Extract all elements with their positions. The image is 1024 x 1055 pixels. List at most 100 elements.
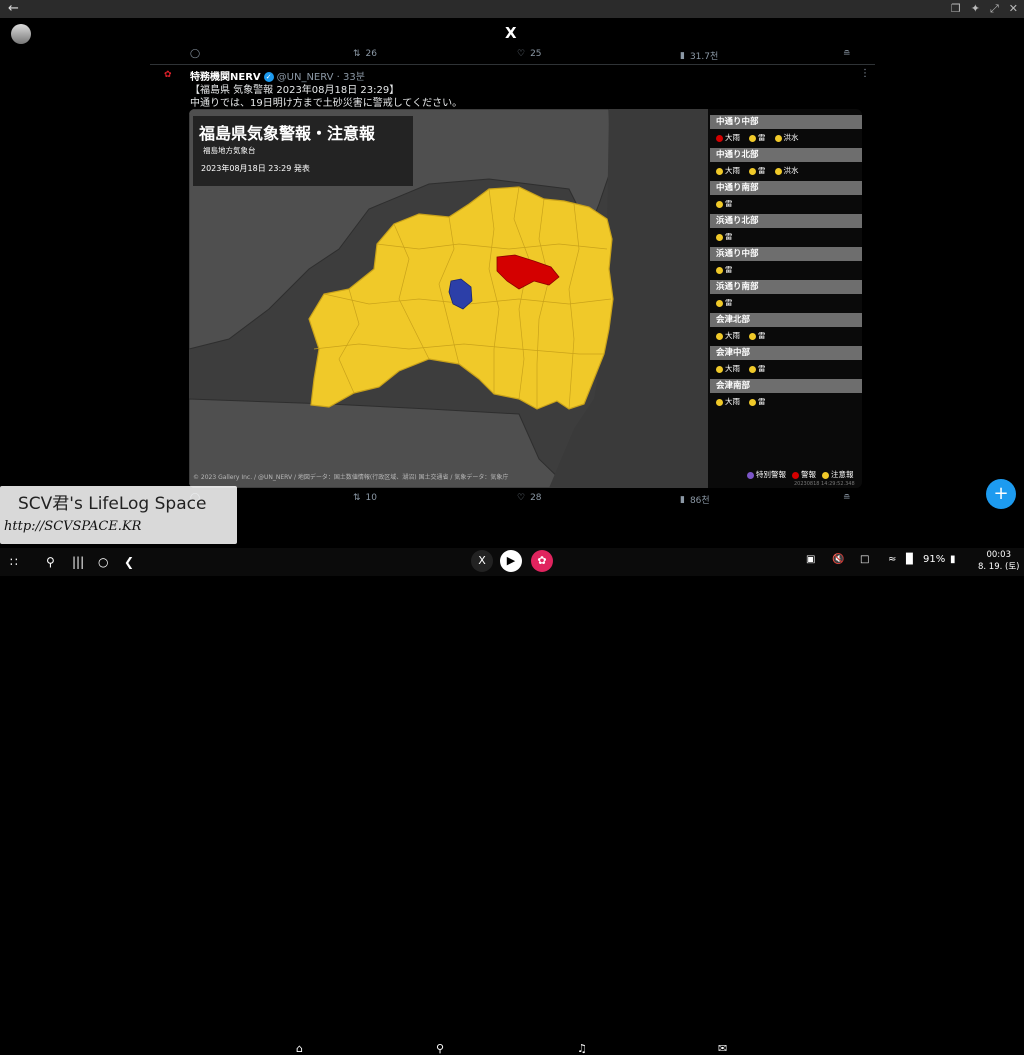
alert-item: 大雨 [716,363,740,374]
alert-item: 大雨 [716,330,740,341]
region-block: 中通り北部 大雨 雷 洪水 [710,148,862,181]
play-icon[interactable]: ▶ [500,550,522,572]
more-icon[interactable]: ⋮ [860,68,870,79]
alert-level-dot [716,134,723,142]
pin-icon[interactable]: ✦ [971,2,980,16]
mute-icon[interactable]: 🔇 [832,554,844,565]
alert-label: 雷 [758,397,766,406]
alert-level-dot [774,167,782,175]
wifi-icon: ≈ [888,554,897,565]
alert-item: 洪水 [774,132,799,143]
divider [150,64,875,65]
close-icon[interactable]: ✕ [1009,2,1018,16]
map-timestamp: 20230818 14:29:52.348 [794,481,855,487]
clock-time: 00:03 [986,550,1011,560]
region-block: 中通り中部大雨 雷 洪水 [710,115,862,148]
share-icon: ≘ [843,49,851,59]
map-title: 福島県気象警報・注意報 [199,124,376,143]
search-icon[interactable]: ⚲ [436,1042,444,1055]
region-items: 大雨 雷 洪水 [710,165,862,176]
notifications-icon[interactable]: ♫ [577,1042,587,1055]
watermark-line2: http://SCVSPACE.KR [4,519,142,534]
home-icon[interactable]: ⌂ [296,1042,303,1055]
legend-advisory-dot [822,471,829,479]
home-icon[interactable]: ○ [98,555,108,569]
alert-label: 雷 [758,133,766,142]
region-items: 雷 [710,198,862,209]
legend-warning: 警報 [792,469,816,480]
alert-level-dot [749,365,756,373]
region-items: 大雨 雷 [710,363,862,374]
region-block: 浜通り中部雷 [710,247,862,280]
alert-item: 雷 [716,297,733,308]
arrow-left-icon[interactable]: ← [8,1,19,16]
window-controls: ❐ ✦ ⤢ ✕ [951,2,1018,16]
region-items: 大雨 雷 [710,396,862,407]
alert-label: 洪水 [783,166,799,175]
multiwindow-icon[interactable]: ❐ [951,2,961,16]
alert-level-dot [716,365,723,373]
avatar[interactable] [11,24,31,44]
flower-app-icon[interactable]: ✿ [531,550,553,572]
x-app-icon[interactable]: X [471,550,493,572]
legend-special: 特別警報 [747,469,786,480]
alert-level-dot [716,266,723,274]
region-header: 浜通り中部 [710,247,862,261]
alert-label: 大雨 [725,133,740,142]
heart-icon: ♡ [517,49,526,59]
region-header: 会津南部 [710,379,862,393]
retweet-button[interactable]: ⇅ 10 [353,493,377,503]
apps-grid-icon[interactable]: ∷ [10,555,18,569]
tweet-actions-top: ◯ ⇅ 26 ♡ 25 ▮ 31.7천 ≘ [190,49,860,63]
region-header: 中通り中部 [710,115,862,129]
alert-label: 雷 [725,298,733,307]
battery-level: 91% [923,554,946,565]
alert-level-dot [716,200,723,208]
views-button[interactable]: ▮ 31.7천 [680,49,718,63]
region-header: 中通り北部 [710,148,862,162]
region-items: 雷 [710,297,862,308]
alert-item: 雷 [716,198,733,209]
tweet-actions-bottom: ◯ ⇅10 ♡28 ▮86천 ≘ [190,493,860,507]
like-button[interactable]: ♡ 28 [517,493,542,503]
resize-icon[interactable]: ⤢ [990,2,999,16]
alert-item: 洪水 [774,165,799,176]
alert-label: 雷 [725,265,733,274]
alert-label: 大雨 [725,364,740,373]
share-button[interactable]: ≘ [843,49,851,59]
bar-chart-icon: ▮ [680,50,685,61]
region-header: 浜通り南部 [710,280,862,294]
messages-icon[interactable]: ✉ [718,1042,727,1055]
x-logo-icon[interactable]: X [505,24,517,42]
alert-label: 雷 [725,232,733,241]
retweet-button[interactable]: ⇅ 26 [353,49,377,59]
compose-button[interactable]: + [986,479,1016,509]
share-button[interactable]: ≘ [843,493,851,503]
screen-capture-icon[interactable]: ▣ [806,554,815,565]
alert-item: 雷 [749,363,766,374]
share-icon: ≘ [843,493,851,503]
region-header: 浜通り北部 [710,214,862,228]
recents-icon[interactable]: ||| [72,555,84,569]
legend-special-dot [747,471,754,479]
alert-label: 大雨 [725,331,740,340]
alert-level-dot [749,167,756,175]
map-issued: 2023年08月18日 23:29 発表 [201,164,310,173]
region-block: 中通り南部雷 [710,181,862,214]
weather-warning-card[interactable]: 福島県気象警報・注意報 福島地方気象台 2023年08月18日 23:29 発表… [189,109,862,488]
alert-label: 雷 [758,166,766,175]
like-button[interactable]: ♡ 25 [517,49,542,59]
search-icon[interactable]: ⚲ [46,555,55,569]
clock[interactable]: 00:03 8. 19. (토) [978,549,1019,573]
alert-item: 雷 [749,165,766,176]
legend-warning-dot [792,471,799,479]
alert-label: 大雨 [725,397,740,406]
retweet-icon: ⇅ [353,49,361,59]
nerv-logo-icon[interactable]: ✿ [164,70,172,80]
views-button[interactable]: ▮ 86천 [680,493,710,507]
system-top-bar: ← ❐ ✦ ⤢ ✕ [0,0,1024,18]
region-block: 会津中部 大雨 雷 [710,346,862,379]
back-icon[interactable]: ❮ [124,555,134,569]
message-notification-icon[interactable]: □ [860,554,869,565]
reply-button[interactable]: ◯ [190,49,205,59]
